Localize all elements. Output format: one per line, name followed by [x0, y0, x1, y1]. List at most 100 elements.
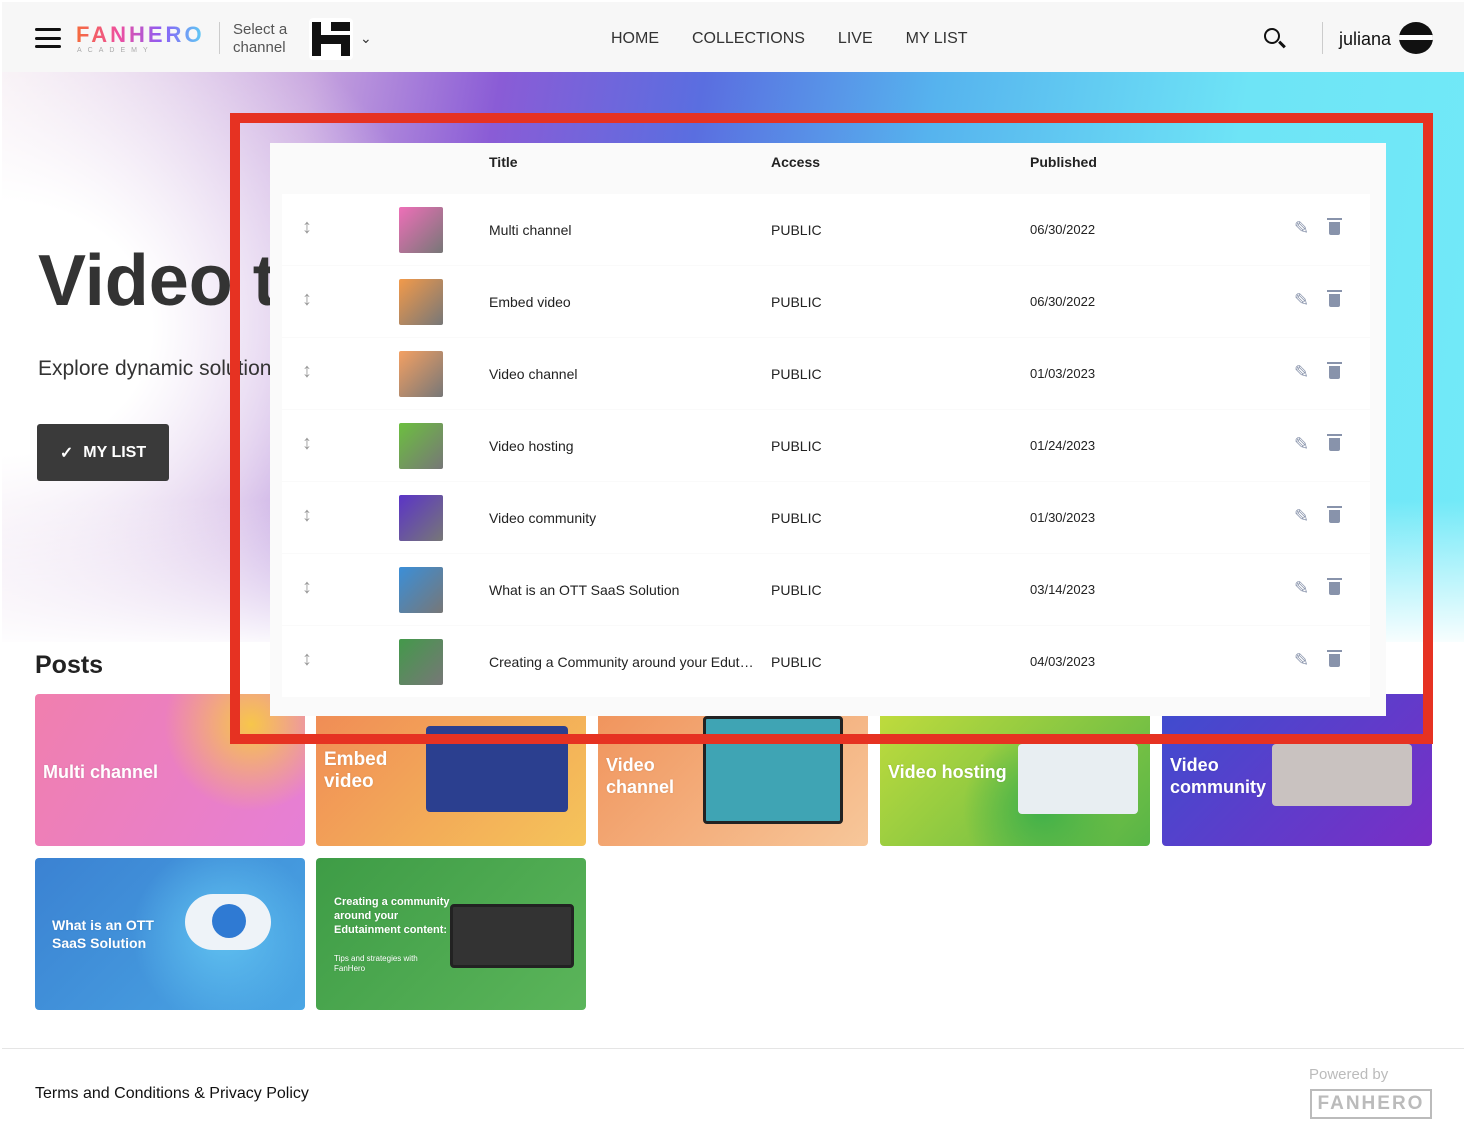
cloud-play-icon	[185, 894, 271, 950]
row-thumbnail	[399, 279, 443, 325]
row-access: PUBLIC	[771, 222, 822, 238]
post-card[interactable]: Multi channel	[35, 694, 305, 846]
row-title: What is an OTT SaaS Solution	[489, 582, 680, 598]
row-title: Embed video	[489, 294, 571, 310]
row-title: Video hosting	[489, 438, 574, 454]
table-row[interactable]: ↕ Embed video PUBLIC 06/30/2022 ✎	[282, 266, 1370, 337]
trash-icon[interactable]	[1327, 650, 1342, 667]
menu-icon[interactable]	[35, 28, 61, 48]
post-title: Creating a community around your Edutain…	[334, 896, 450, 936]
column-published[interactable]: Published	[1030, 154, 1097, 170]
drag-handle-icon[interactable]: ↕	[302, 504, 312, 527]
row-thumbnail	[399, 639, 443, 685]
nav-my-list[interactable]: MY LIST	[906, 30, 968, 48]
hero-subtitle: Explore dynamic solution	[38, 357, 272, 380]
row-thumbnail	[399, 351, 443, 397]
post-subtitle: Tips and strategies with FanHero	[334, 954, 418, 973]
divider	[1322, 22, 1323, 54]
post-title: What is an OTT SaaS Solution	[52, 917, 154, 951]
row-thumbnail	[399, 423, 443, 469]
edit-pencil-icon[interactable]: ✎	[1294, 650, 1309, 671]
chevron-down-icon[interactable]: ⌄	[360, 30, 372, 47]
powered-by-label: Powered by	[1309, 1066, 1389, 1083]
row-published: 01/03/2023	[1030, 366, 1096, 381]
post-card[interactable]: Creating a community around your Edutain…	[316, 858, 586, 1010]
trash-icon[interactable]	[1327, 506, 1342, 523]
top-header: FANHERO ACADEMY Select a channel ⌄ HOME …	[2, 2, 1464, 72]
post-title: Video hosting	[888, 762, 1007, 782]
row-access: PUBLIC	[771, 366, 822, 382]
footer-divider	[2, 1048, 1464, 1049]
posts-heading: Posts	[35, 651, 104, 679]
main-nav: HOME COLLECTIONS LIVE MY LIST	[611, 30, 968, 48]
drag-handle-icon[interactable]: ↕	[302, 432, 312, 455]
fanhero-logo[interactable]: FANHERO	[76, 22, 205, 48]
row-thumbnail	[399, 495, 443, 541]
username[interactable]: juliana	[1339, 29, 1391, 50]
column-access[interactable]: Access	[771, 154, 820, 170]
table-row[interactable]: ↕ Video channel PUBLIC 01/03/2023 ✎	[282, 338, 1370, 409]
table-row[interactable]: ↕ Video hosting PUBLIC 01/24/2023 ✎	[282, 410, 1370, 481]
edit-pencil-icon[interactable]: ✎	[1294, 362, 1309, 383]
trash-icon[interactable]	[1327, 578, 1342, 595]
drag-handle-icon[interactable]: ↕	[302, 216, 312, 239]
row-access: PUBLIC	[771, 582, 822, 598]
post-card[interactable]: What is an OTT SaaS Solution	[35, 858, 305, 1010]
nav-home[interactable]: HOME	[611, 30, 659, 48]
row-access: PUBLIC	[771, 438, 822, 454]
my-list-label: MY LIST	[83, 443, 147, 461]
row-title: Creating a Community around your Edutain…	[489, 654, 759, 670]
edit-pencil-icon[interactable]: ✎	[1294, 506, 1309, 527]
trash-icon[interactable]	[1327, 290, 1342, 307]
row-access: PUBLIC	[771, 294, 822, 310]
row-title: Multi channel	[489, 222, 572, 238]
post-title: Video channel	[606, 755, 675, 797]
avatar[interactable]	[1399, 22, 1433, 54]
row-thumbnail	[399, 207, 443, 253]
trash-icon[interactable]	[1327, 218, 1342, 235]
terms-link[interactable]: Terms and Conditions & Privacy Policy	[35, 1085, 309, 1103]
drag-handle-icon[interactable]: ↕	[302, 576, 312, 599]
drag-handle-icon[interactable]: ↕	[302, 288, 312, 311]
table-row[interactable]: ↕ What is an OTT SaaS Solution PUBLIC 03…	[282, 554, 1370, 625]
table-row[interactable]: ↕ Creating a Community around your Eduta…	[282, 626, 1370, 697]
row-access: PUBLIC	[771, 510, 822, 526]
row-published: 06/30/2022	[1030, 294, 1096, 309]
edit-pencil-icon[interactable]: ✎	[1294, 578, 1309, 599]
column-title[interactable]: Title	[489, 154, 518, 170]
row-published: 03/14/2023	[1030, 582, 1096, 597]
table-row[interactable]: ↕ Video community PUBLIC 01/30/2023 ✎	[282, 482, 1370, 553]
fanhero-footer-logo[interactable]: FANHERO	[1310, 1089, 1432, 1119]
row-thumbnail	[399, 567, 443, 613]
row-access: PUBLIC	[771, 654, 822, 670]
post-card[interactable]: Video community	[1162, 694, 1432, 846]
divider	[219, 22, 220, 54]
drag-handle-icon[interactable]: ↕	[302, 360, 312, 383]
post-title: Multi channel	[43, 762, 159, 782]
edit-pencil-icon[interactable]: ✎	[1294, 434, 1309, 455]
trash-icon[interactable]	[1327, 362, 1342, 379]
edit-pencil-icon[interactable]: ✎	[1294, 290, 1309, 311]
nav-live[interactable]: LIVE	[838, 30, 873, 48]
edit-pencil-icon[interactable]: ✎	[1294, 218, 1309, 239]
nav-collections[interactable]: COLLECTIONS	[692, 30, 805, 48]
post-title: Video community	[1170, 755, 1267, 797]
channel-logo[interactable]	[309, 18, 353, 60]
post-card[interactable]: Embed video	[316, 694, 586, 846]
my-list-button[interactable]: ✓ MY LIST	[37, 424, 169, 481]
table-row[interactable]: ↕ Multi channel PUBLIC 06/30/2022 ✎	[282, 194, 1370, 265]
row-title: Video community	[489, 510, 597, 526]
row-published: 01/30/2023	[1030, 510, 1096, 525]
row-title: Video channel	[489, 366, 578, 382]
drag-handle-icon[interactable]: ↕	[302, 648, 312, 671]
channel-select-label[interactable]: Select a channel	[233, 21, 293, 57]
row-published: 04/03/2023	[1030, 654, 1096, 669]
search-icon[interactable]	[1264, 28, 1280, 44]
trash-icon[interactable]	[1327, 434, 1342, 451]
row-published: 01/24/2023	[1030, 438, 1096, 453]
post-title: Embed video	[324, 749, 388, 792]
post-card[interactable]: Video hosting	[880, 694, 1150, 846]
row-published: 06/30/2022	[1030, 222, 1096, 237]
post-card[interactable]: Video channel	[598, 694, 868, 846]
check-icon: ✓	[59, 444, 74, 462]
